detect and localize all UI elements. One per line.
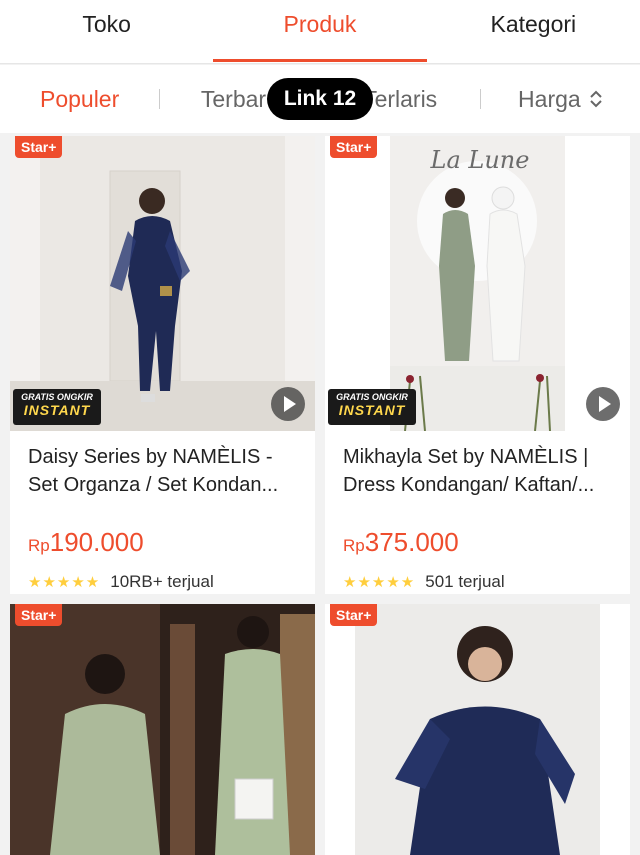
star-plus-badge: Star+ bbox=[330, 604, 378, 626]
product-title: Daisy Series by NAMÈLIS - Set Organza / … bbox=[28, 446, 279, 496]
gratis-line1: GRATIS ONGKIR bbox=[336, 392, 408, 402]
currency: Rp bbox=[343, 536, 365, 555]
rating-stars-icon: ★★★★★ bbox=[343, 574, 416, 591]
gratis-ongkir-instant-badge: GRATIS ONGKIR INSTANT bbox=[13, 389, 101, 425]
tab-toko-label: Toko bbox=[82, 11, 131, 37]
sort-harga[interactable]: Harga bbox=[481, 86, 640, 113]
product-price: Rp375.000 bbox=[325, 527, 630, 558]
tab-produk[interactable]: Produk bbox=[213, 0, 427, 63]
la-lune-logo: La Lune bbox=[430, 146, 530, 174]
product-meta: ★★★★★ 10RB+ terjual bbox=[10, 572, 315, 592]
tab-produk-label: Produk bbox=[283, 11, 357, 37]
star-plus-badge: Star+ bbox=[15, 604, 63, 626]
gratis-ongkir-instant-badge: GRATIS ONGKIR INSTANT bbox=[328, 389, 416, 425]
sort-populer[interactable]: Populer bbox=[0, 86, 159, 113]
currency: Rp bbox=[28, 536, 50, 555]
price-value: 190.000 bbox=[49, 527, 144, 557]
product-image[interactable]: La Lune Star+ GRATIS ONGKIR INSTANT bbox=[325, 136, 630, 431]
tab-kategori-label: Kategori bbox=[490, 11, 577, 37]
video-play-icon[interactable] bbox=[586, 387, 620, 421]
sort-harga-label: Harga bbox=[518, 85, 581, 112]
product-image[interactable]: Star+ bbox=[10, 604, 315, 855]
product-meta: ★★★★★ 501 terjual bbox=[325, 572, 630, 592]
price-value: 375.000 bbox=[364, 527, 459, 557]
video-play-icon[interactable] bbox=[271, 387, 305, 421]
product-photo bbox=[10, 136, 315, 431]
tab-kategori[interactable]: Kategori bbox=[427, 0, 640, 63]
sort-terlaris-label: Terlaris bbox=[363, 85, 438, 112]
shop-tabs: Toko Produk Kategori bbox=[0, 0, 640, 64]
sold-count: 10RB+ terjual bbox=[110, 572, 214, 591]
product-card[interactable]: Star+ bbox=[10, 604, 315, 855]
link-overlay-pill[interactable]: Link 12 bbox=[267, 78, 373, 120]
sort-populer-label: Populer bbox=[39, 85, 120, 112]
gratis-line2: INSTANT bbox=[23, 402, 91, 418]
product-title: Mikhayla Set by NAMÈLIS | Dress Kondanga… bbox=[343, 446, 595, 496]
sold-count: 501 terjual bbox=[425, 572, 505, 591]
product-photo bbox=[325, 136, 630, 431]
rating-stars-icon: ★★★★★ bbox=[28, 574, 101, 591]
gratis-line1: GRATIS ONGKIR bbox=[21, 392, 93, 402]
product-photo bbox=[325, 604, 630, 855]
product-image[interactable]: Star+ GRATIS ONGKIR INSTANT bbox=[10, 136, 315, 431]
product-card[interactable]: Star+ bbox=[325, 604, 630, 855]
product-photo bbox=[10, 604, 315, 855]
product-card[interactable]: La Lune Star+ GRATIS ONGKIR INSTANT Mikh… bbox=[325, 136, 630, 594]
tab-toko[interactable]: Toko bbox=[0, 0, 213, 63]
product-price: Rp190.000 bbox=[10, 527, 315, 558]
product-image[interactable]: Star+ bbox=[325, 604, 630, 855]
product-card[interactable]: Star+ GRATIS ONGKIR INSTANT Daisy Series… bbox=[10, 136, 315, 594]
gratis-line2: INSTANT bbox=[338, 402, 406, 418]
star-plus-badge: Star+ bbox=[15, 136, 63, 158]
sort-arrows-icon bbox=[589, 90, 602, 108]
star-plus-badge: Star+ bbox=[330, 136, 378, 158]
